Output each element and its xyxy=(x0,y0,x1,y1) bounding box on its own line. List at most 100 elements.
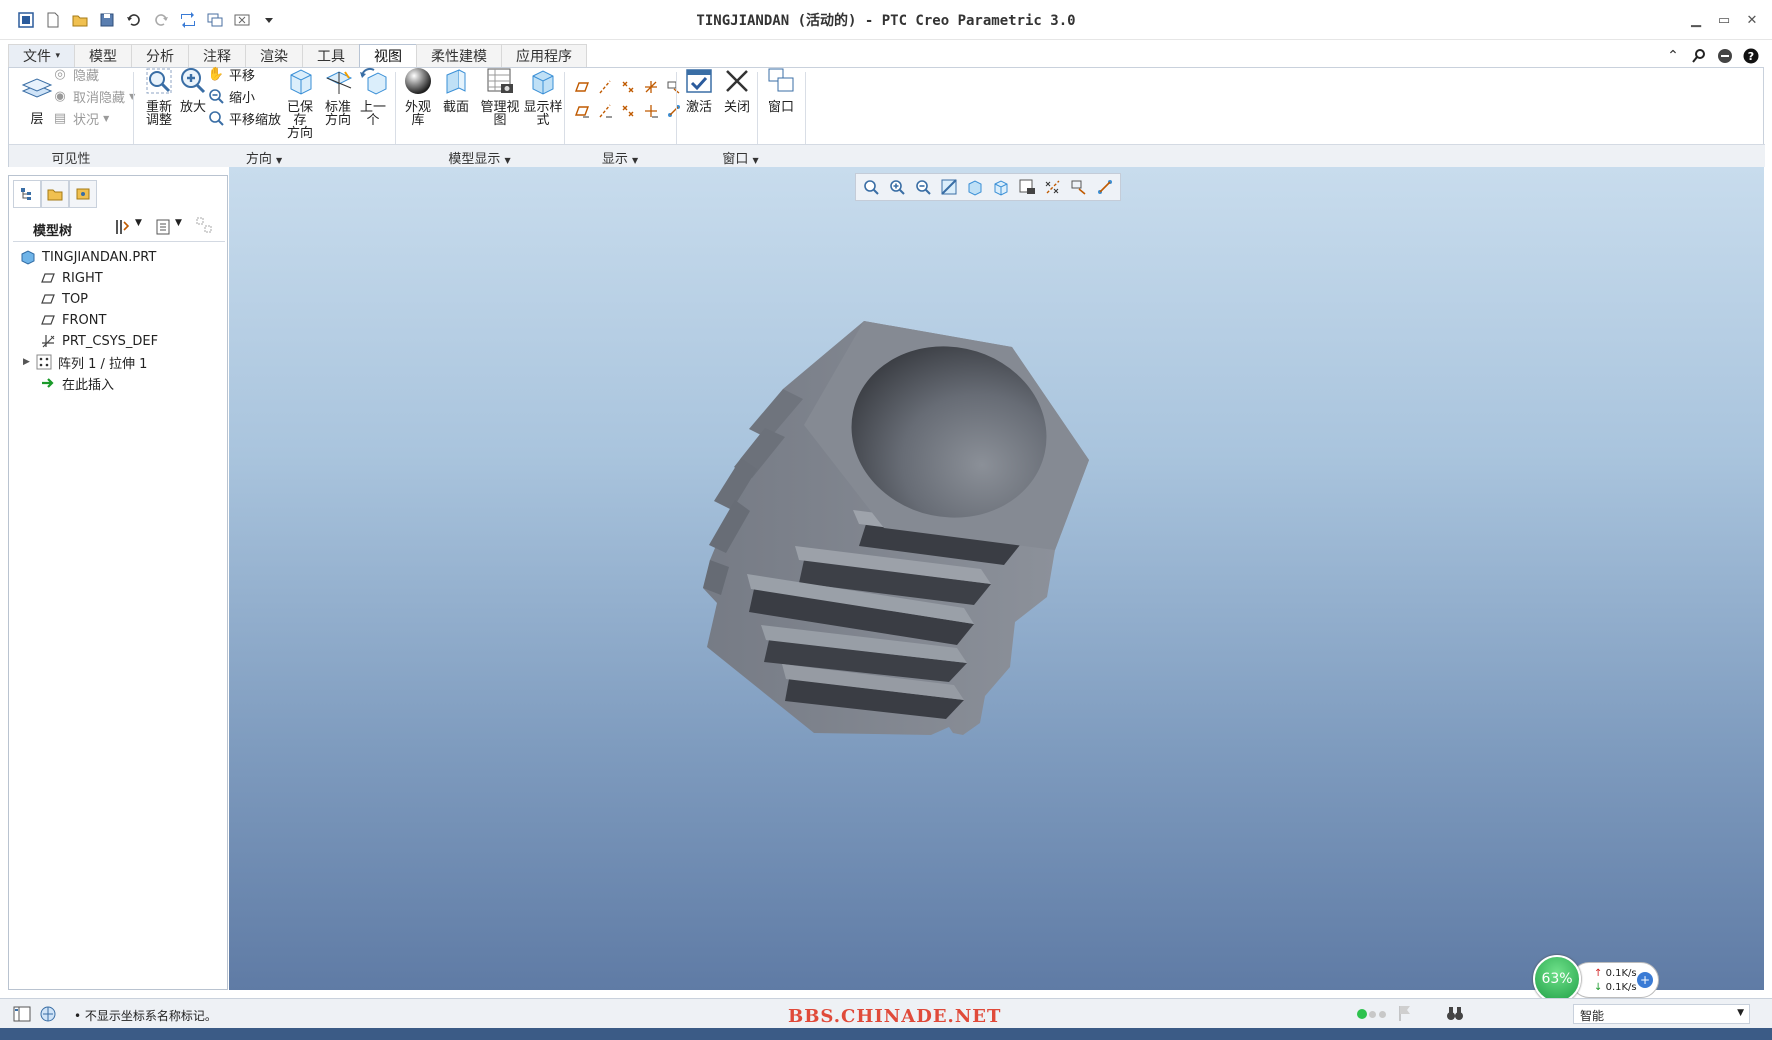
zoom-out-button[interactable]: 缩小 xyxy=(207,85,255,107)
previous-orientation-button[interactable]: 上一 个 xyxy=(355,64,391,127)
minimize-icon[interactable]: ▁ xyxy=(1683,9,1709,31)
window-group-label[interactable]: 窗口 ▼ xyxy=(676,148,805,167)
plane-display-icon[interactable] xyxy=(571,76,593,98)
ribbon-tabs-bar: 文件 ▾ 模型 分析 注释 渲染 工具 视图 柔性建模 应用程序 ⌃ ? xyxy=(0,40,1772,67)
datum-plane-icon xyxy=(39,269,57,287)
show-options-icon[interactable] xyxy=(155,218,171,239)
section-button[interactable]: 截面 xyxy=(439,64,473,114)
show-group-label[interactable]: 显示 ▼ xyxy=(564,148,676,167)
download-speed: ↓ 0.1K/s xyxy=(1594,982,1637,993)
status-button[interactable]: ▤ 状况 ▼ xyxy=(51,107,109,129)
model-display-group-label[interactable]: 模型显示 ▼ xyxy=(395,148,564,167)
filter-icon[interactable] xyxy=(195,216,215,239)
maximize-icon[interactable]: ▭ xyxy=(1711,9,1737,31)
window-group-text: 窗口 xyxy=(722,152,749,167)
model-display-group-text: 模型显示 xyxy=(448,152,501,167)
upload-arrow-icon: ↑ xyxy=(1594,968,1603,979)
settings-dropdown-icon[interactable]: ▼ xyxy=(135,218,142,228)
upload-speed-value: 0.1K/s xyxy=(1605,968,1637,979)
pan-button[interactable]: ✋ 平移 xyxy=(207,63,255,85)
tree-item-front[interactable]: FRONT xyxy=(39,309,106,331)
selection-filter-value: 智能 xyxy=(1580,1009,1605,1023)
close-button[interactable]: 关闭 xyxy=(719,64,755,114)
orientation-group-label[interactable]: 方向 ▼ xyxy=(133,148,395,167)
selection-filter-dropdown[interactable]: 智能 ▼ xyxy=(1573,1004,1750,1024)
tree-item-top[interactable]: TOP xyxy=(39,288,88,310)
point-tag-icon[interactable] xyxy=(617,100,639,122)
saved-orientations-button[interactable]: 已保存 方向 xyxy=(281,64,319,140)
hide-label: 隐藏 xyxy=(73,68,100,84)
tree-item-csys[interactable]: PRT_CSYS_DEF xyxy=(39,330,158,352)
help-icon[interactable]: ? xyxy=(1742,47,1760,65)
plus-icon[interactable]: + xyxy=(1637,972,1653,988)
hide-button[interactable]: ◎ 隐藏 xyxy=(51,63,99,85)
windows-button[interactable]: 窗口 xyxy=(761,64,801,114)
ribbon-panel: 层 ◎隐藏 ◉取消隐藏 ▼ ▤状况 ▼ 重新 调整 放大 ✋平移 缩小 平移缩放… xyxy=(8,64,1765,167)
toggle-browser-icon[interactable] xyxy=(38,1004,58,1027)
model-tree-tab-icon[interactable] xyxy=(13,180,41,208)
display-style-button[interactable]: 显示样 式 xyxy=(523,64,563,127)
tree-item-label: TOP xyxy=(62,291,89,307)
chevron-down-icon: ▾ xyxy=(55,51,60,61)
tree-item-part[interactable]: TINGJIANDAN.PRT xyxy=(19,246,156,268)
status-indicator-dot-icon xyxy=(1369,1011,1376,1018)
datum-plane-icon xyxy=(39,311,57,329)
refit-button[interactable]: 重新 调整 xyxy=(141,64,177,127)
manage-views-button[interactable]: 管理视图 xyxy=(475,64,525,127)
csys-display-icon[interactable] xyxy=(640,76,662,98)
standard-orientation-button[interactable]: 标准 方向 xyxy=(319,64,357,127)
orientation-group-text: 方向 xyxy=(245,152,272,167)
section-icon xyxy=(446,69,466,94)
model-3d-view[interactable] xyxy=(229,167,1764,990)
expand-arrow-icon[interactable]: ▶ xyxy=(23,357,35,367)
windows-cascade-icon xyxy=(768,68,794,92)
flag-icon[interactable] xyxy=(1397,1004,1413,1025)
search-icon[interactable] xyxy=(1690,47,1708,65)
network-speed-box: ↑ 0.1K/s ↓ 0.1K/s + xyxy=(1571,962,1659,998)
close-icon[interactable]: ✕ xyxy=(1739,9,1765,31)
toggle-navigator-icon[interactable] xyxy=(12,1004,32,1027)
axis-display-icon[interactable] xyxy=(594,76,616,98)
status-icon: ▤ xyxy=(53,110,67,126)
navigator-panel: 模型树 ▼ ▼ TINGJIANDAN.PRT RIGHT TOP FRONT … xyxy=(8,175,228,990)
csys-tag-icon[interactable] xyxy=(640,100,662,122)
tree-item-pattern[interactable]: ▶ 阵列 1 / 拉伸 1 xyxy=(23,351,147,373)
show-group-text: 显示 xyxy=(601,152,628,167)
activate-icon xyxy=(686,69,712,93)
visibility-group-label: 可见性 xyxy=(51,152,91,167)
activate-button[interactable]: 激活 xyxy=(681,64,717,114)
axis-tag-icon[interactable] xyxy=(594,100,616,122)
zoom-in-button[interactable]: 放大 xyxy=(175,64,211,114)
section-label: 截面 xyxy=(442,100,469,115)
unhide-button[interactable]: ◉取消隐藏 ▼ xyxy=(51,85,135,107)
activate-label: 激活 xyxy=(685,100,712,115)
graphics-viewport[interactable] xyxy=(229,167,1764,990)
find-binoculars-icon[interactable] xyxy=(1445,1004,1465,1025)
favorites-tab-icon[interactable] xyxy=(69,180,97,208)
tree-item-label: TINGJIANDAN.PRT xyxy=(42,249,157,265)
memory-usage-circle[interactable]: 63% xyxy=(1533,955,1581,1003)
tree-item-label: RIGHT xyxy=(62,270,103,286)
collapse-ribbon-icon[interactable]: ⌃ xyxy=(1664,47,1682,65)
download-arrow-icon: ↓ xyxy=(1594,982,1603,993)
appearance-gallery-button[interactable]: 外观库 xyxy=(399,64,437,127)
title-bar: TINGJIANDAN (活动的) - PTC Creo Parametric … xyxy=(0,0,1772,40)
show-dropdown-icon[interactable]: ▼ xyxy=(175,218,182,228)
status-indicator-icon xyxy=(1357,1009,1367,1019)
close-label: 关闭 xyxy=(723,100,750,115)
tree-item-right[interactable]: RIGHT xyxy=(39,267,103,289)
watermark-text: BBS.CHINADE.NET xyxy=(788,1006,1002,1027)
tab-label: 文件 xyxy=(23,49,51,65)
status-label: 状况 xyxy=(73,112,100,128)
plane-tag-icon[interactable] xyxy=(571,100,593,122)
tree-item-insert-here[interactable]: 在此插入 xyxy=(39,372,114,394)
refit-label-2: 调整 xyxy=(145,113,172,128)
folder-browser-tab-icon[interactable] xyxy=(41,180,69,208)
model-tree-title: 模型树 xyxy=(33,224,73,239)
saved-label-2: 方向 xyxy=(286,126,313,141)
csys-icon xyxy=(39,332,57,350)
pan-zoom-button[interactable]: 平移缩放 xyxy=(207,107,281,129)
community-icon[interactable] xyxy=(1716,47,1734,65)
settings-tools-icon[interactable] xyxy=(113,218,131,239)
point-display-icon[interactable] xyxy=(617,76,639,98)
